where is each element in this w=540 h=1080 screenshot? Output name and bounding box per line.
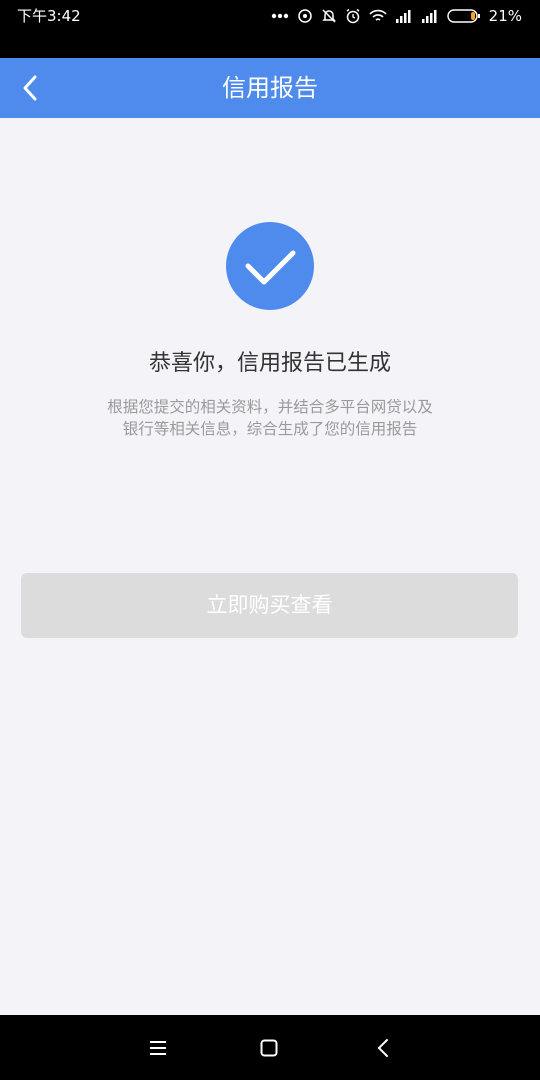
system-back-button[interactable] — [367, 1032, 399, 1064]
description-line-2: 银行等相关信息，综合生成了您的信用报告 — [122, 420, 418, 438]
sync-icon — [297, 9, 312, 23]
menu-icon — [150, 1041, 166, 1055]
status-bar: 下午3:42 21% — [0, 0, 540, 58]
screen: 下午3:42 21% 信用报告 恭喜你，信用报告已生成 根据您提交的相关资料，并… — [0, 0, 540, 1080]
success-title: 恭喜你，信用报告已生成 — [148, 351, 391, 376]
page-title: 信用报告 — [222, 74, 318, 102]
success-description: 根据您提交的相关资料，并结合多平台网贷以及 银行等相关信息，综合生成了您的信用报… — [60, 396, 480, 440]
wifi-icon — [369, 9, 387, 21]
back-button[interactable] — [8, 66, 52, 110]
battery-percent: 21% — [488, 7, 522, 25]
description-line-1: 根据您提交的相关资料，并结合多平台网贷以及 — [107, 398, 433, 416]
status-icons: 21% — [271, 6, 522, 26]
system-back-icon — [378, 1039, 388, 1057]
home-button[interactable] — [253, 1032, 285, 1064]
battery-icon — [446, 9, 480, 23]
home-icon — [260, 1039, 278, 1057]
status-time: 下午3:42 — [17, 7, 81, 25]
more-dots-icon — [271, 13, 288, 19]
menu-button[interactable] — [142, 1032, 174, 1064]
buy-view-button[interactable]: 立即购买查看 — [21, 573, 518, 638]
signal-icon — [395, 10, 411, 23]
system-nav-bar — [0, 1015, 540, 1080]
mute-icon — [321, 9, 336, 23]
signal-icon-2 — [421, 10, 437, 23]
check-circle-icon — [226, 222, 314, 310]
chevron-left-icon — [23, 75, 37, 101]
nav-bar: 信用报告 — [0, 58, 540, 118]
alarm-icon — [346, 8, 360, 24]
